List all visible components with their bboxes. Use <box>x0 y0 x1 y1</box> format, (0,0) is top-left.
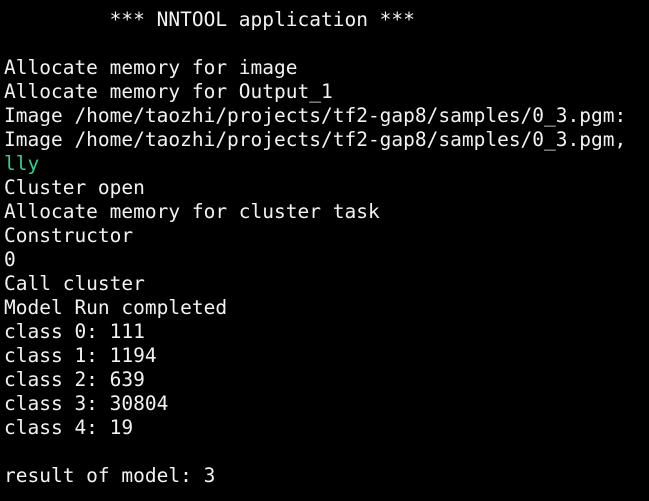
class-score-line: class 2: 639 <box>4 368 145 391</box>
class-score-line: class 1: 1194 <box>4 344 157 367</box>
class-score-line: class 0: 111 <box>4 320 145 343</box>
terminal-window[interactable]: *** NNTOOL application *** Allocate memo… <box>0 0 649 501</box>
output-line: Image /home/taozhi/projects/tf2-gap8/sam… <box>4 104 627 127</box>
app-banner: *** NNTOOL application *** <box>4 8 415 31</box>
model-result-line: result of model: 3 <box>4 464 216 487</box>
output-line: Image /home/taozhi/projects/tf2-gap8/sam… <box>4 128 627 151</box>
class-score-line: class 3: 30804 <box>4 392 169 415</box>
output-line: Allocate memory for Output_1 <box>4 80 333 103</box>
wrapped-output-line: lly <box>4 152 40 175</box>
output-line: Call cluster <box>4 272 145 295</box>
output-line: Model Run completed <box>4 296 228 319</box>
output-line: Cluster open <box>4 176 145 199</box>
output-line: 0 <box>4 248 16 271</box>
output-line: Allocate memory for cluster task <box>4 200 380 223</box>
output-line: Constructor <box>4 224 134 247</box>
output-line: Allocate memory for image <box>4 56 298 79</box>
class-score-line: class 4: 19 <box>4 416 134 439</box>
